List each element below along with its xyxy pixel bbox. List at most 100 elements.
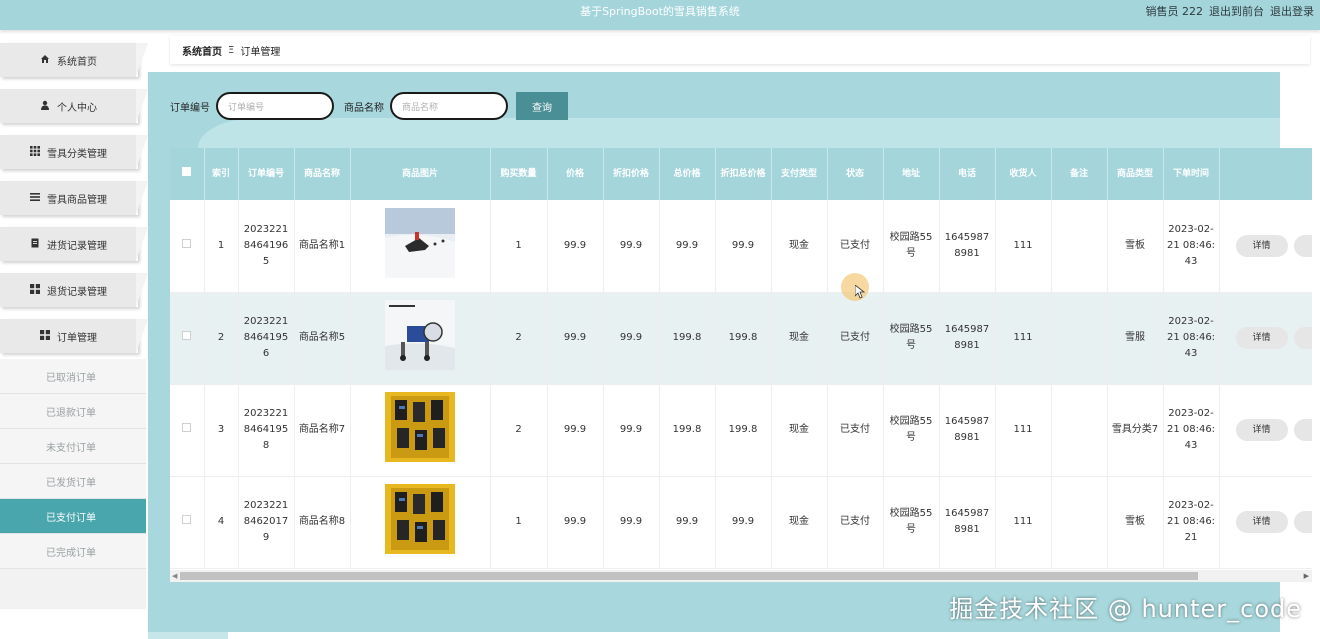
logout-link[interactable]: 退出登录 — [1270, 3, 1314, 19]
ski-boots-photo — [385, 484, 455, 554]
cell-price: 99.9 — [547, 292, 604, 385]
column-header: 收货人 — [995, 148, 1052, 200]
breadcrumb-separator-icon: Ξ — [228, 44, 235, 56]
breadcrumb: 系统首页 Ξ 订单管理 — [170, 36, 1310, 64]
product-name-label: 商品名称 — [344, 102, 384, 114]
row-checkbox[interactable] — [170, 476, 205, 569]
top-bar: 基于SpringBoot的雪具销售系统 销售员 222 退出到前台 退出登录 — [0, 0, 1320, 30]
scrollbar-thumb[interactable] — [180, 572, 1198, 580]
submenu-refunded-orders[interactable]: 已退款订单 — [0, 394, 146, 429]
cell-address: 校园路55号 — [883, 292, 940, 385]
cell-note — [1051, 292, 1108, 385]
cell-product-image — [350, 384, 491, 477]
column-header: 价格 — [547, 148, 604, 200]
sidebar-item-label: 进货记录管理 — [47, 240, 107, 252]
horizontal-scrollbar[interactable]: ◀ ▶ — [170, 570, 1312, 582]
cell-phone: 16459878981 — [939, 476, 996, 569]
cell-actions: 详情 — [1219, 200, 1312, 293]
sidebar-item-purchase[interactable]: 进货记录管理 — [0, 227, 148, 261]
column-header: 折扣价格 — [603, 148, 660, 200]
cell-order-time: 2023-02-21 08:46:21 — [1163, 476, 1220, 569]
sidebar-item-label: 雪具商品管理 — [47, 194, 107, 206]
row-checkbox[interactable] — [170, 292, 205, 385]
sidebar-item-label: 个人中心 — [57, 102, 97, 114]
submenu-cancelled-orders[interactable]: 已取消订单 — [0, 359, 146, 394]
scroll-left-icon[interactable]: ◀ — [172, 572, 177, 580]
watermark: 掘金技术社区 @ hunter_code — [949, 595, 1302, 623]
cell-order-time: 2023-02-21 08:46:43 — [1163, 292, 1220, 385]
cell-price: 99.9 — [547, 200, 604, 293]
cell-order-number: 20232218464196 5 — [238, 200, 295, 293]
column-header: 索引 — [204, 148, 239, 200]
document-icon — [29, 238, 41, 251]
breadcrumb-home[interactable]: 系统首页 — [182, 43, 222, 58]
cell-product-name: 商品名称8 — [294, 476, 351, 569]
cell-discount-price: 99.9 — [603, 200, 660, 293]
cell-note — [1051, 200, 1108, 293]
top-bar-actions: 销售员 222 退出到前台 退出登录 — [1146, 3, 1315, 19]
more-action-button[interactable] — [1293, 511, 1312, 533]
cell-price: 99.9 — [547, 384, 604, 477]
cell-address: 校园路55号 — [883, 200, 940, 293]
row-checkbox[interactable] — [170, 200, 205, 293]
cell-product-type: 雪板 — [1107, 476, 1164, 569]
sidebar: 系统首页 个人中心 雪具分类管理 雪具商品管理 进货记录管理 退货记录管理 订单… — [0, 40, 148, 639]
more-action-button[interactable] — [1293, 327, 1312, 349]
sidebar-item-products[interactable]: 雪具商品管理 — [0, 181, 148, 215]
select-all-checkbox[interactable] — [170, 148, 205, 200]
cell-total: 199.8 — [659, 384, 716, 477]
submenu-unpaid-orders[interactable]: 未支付订单 — [0, 429, 146, 464]
main-panel-wave — [198, 118, 1280, 148]
product-name-input[interactable]: 商品名称 — [390, 92, 508, 120]
cell-note — [1051, 476, 1108, 569]
table-row: 1 20232218464196 5 商品名称1 1 99.9 99.9 99.… — [170, 200, 1312, 293]
details-button[interactable]: 详情 — [1235, 327, 1288, 349]
cell-address: 校园路55号 — [883, 384, 940, 477]
cell-receiver: 111 — [995, 292, 1052, 385]
cell-status: 已支付 — [827, 384, 884, 477]
cell-product-name: 商品名称5 — [294, 292, 351, 385]
sidebar-item-category[interactable]: 雪具分类管理 — [0, 135, 148, 169]
sidebar-item-label: 退货记录管理 — [47, 286, 107, 298]
cell-receiver: 111 — [995, 476, 1052, 569]
details-button[interactable]: 详情 — [1235, 419, 1288, 441]
details-button[interactable]: 详情 — [1235, 511, 1288, 533]
cell-product-type: 雪服 — [1107, 292, 1164, 385]
column-header: 支付类型 — [771, 148, 828, 200]
cell-pay-type: 现金 — [771, 292, 828, 385]
submenu-paid-orders[interactable]: 已支付订单 — [0, 499, 146, 534]
cell-order-time: 2023-02-21 08:46:43 — [1163, 384, 1220, 477]
back-to-front-link[interactable]: 退出到前台 — [1209, 3, 1264, 19]
row-checkbox[interactable] — [170, 384, 205, 477]
column-header: 商品类型 — [1107, 148, 1164, 200]
details-button[interactable]: 详情 — [1235, 234, 1288, 257]
cell-product-type: 雪板 — [1107, 200, 1164, 293]
more-action-button[interactable] — [1293, 419, 1312, 441]
column-header: 商品图片 — [350, 148, 491, 200]
table-row: 4 20232218462017 9 商品名称8 1 99.9 99.9 99.… — [170, 476, 1312, 569]
cell-receiver: 111 — [995, 384, 1052, 477]
column-header: 地址 — [883, 148, 940, 200]
cell-quantity: 2 — [490, 292, 548, 385]
cell-discount-price: 99.9 — [603, 384, 660, 477]
column-header: 折扣总价格 — [715, 148, 772, 200]
submenu-completed-orders[interactable]: 已完成订单 — [0, 534, 146, 569]
sidebar-item-home[interactable]: 系统首页 — [0, 43, 148, 77]
sidebar-item-orders[interactable]: 订单管理 — [0, 319, 148, 353]
cell-discount-total: 199.8 — [715, 384, 772, 477]
mouse-pointer-icon — [855, 285, 865, 299]
orders-submenu: 已取消订单 已退款订单 未支付订单 已发货订单 已支付订单 已完成订单 — [0, 359, 146, 609]
submenu-shipped-orders[interactable]: 已发货订单 — [0, 464, 146, 499]
more-action-button[interactable] — [1293, 234, 1312, 257]
scroll-right-icon[interactable]: ▶ — [1304, 572, 1309, 580]
cell-product-type: 雪具分类7 — [1107, 384, 1164, 477]
cell-phone: 16459878981 — [939, 200, 996, 293]
order-number-input[interactable]: 订单编号 — [216, 92, 334, 120]
sidebar-item-profile[interactable]: 个人中心 — [0, 89, 148, 123]
search-form: 订单编号 订单编号 商品名称 商品名称 查询 — [170, 92, 568, 120]
search-button[interactable]: 查询 — [516, 92, 568, 120]
cell-actions: 详情 — [1219, 384, 1312, 477]
cell-index: 4 — [204, 476, 239, 569]
column-header: 总价格 — [659, 148, 716, 200]
sidebar-item-returns[interactable]: 退货记录管理 — [0, 273, 148, 307]
